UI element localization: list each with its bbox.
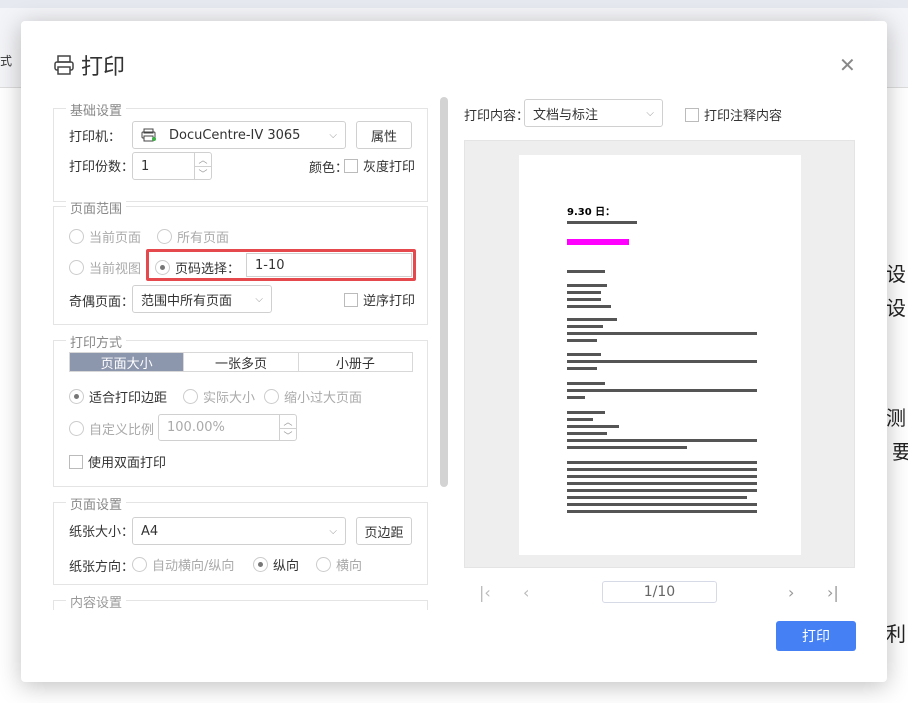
close-icon[interactable]: ✕ [839,53,856,77]
preview-page: 9.30 日： [519,155,801,555]
print-preview: 9.30 日： [464,140,855,568]
page-setup-group: 页面设置 纸张大小： A4 ⌵ 页边距 纸张方向： 自动横向/纵向 纵向 横向 [53,494,428,585]
radio-all-pages[interactable]: 所有页面 [157,227,229,246]
properties-button[interactable]: 属性 [356,121,412,149]
page-range-input[interactable]: 1-10 [246,253,412,277]
chevron-up-icon[interactable]: ︿ [280,415,296,429]
radio-actual-size[interactable]: 实际大小 [183,387,255,406]
chevron-down-icon: ⌵ [329,129,337,141]
radio-current-page[interactable]: 当前页面 [69,227,141,246]
chevron-down-icon[interactable]: ﹀ [195,167,211,180]
tab-multi-page[interactable]: 一张多页 [183,353,297,372]
chevron-up-icon[interactable]: ︿ [195,153,211,167]
chevron-down-icon: ⌵ [255,293,263,305]
print-annotations-checkbox[interactable]: 打印注释内容 [685,105,782,124]
radio-current-view[interactable]: 当前视图 [69,258,141,277]
chevron-down-icon: ⌵ [329,525,337,537]
page-range-group: 页面范围 当前页面 所有页面 当前视图 页码选择： 1-10 奇偶页面： 范围中… [53,198,428,325]
radio-landscape[interactable]: 横向 [316,555,362,574]
dialog-title: 打印 [53,49,125,81]
page-indicator[interactable]: 1/10 [602,581,717,603]
grayscale-checkbox[interactable]: 灰度打印 [344,156,415,175]
print-button[interactable]: 打印 [776,621,856,651]
doc-fragment: 要 [892,440,908,464]
print-mode-tabs: 页面大小 一张多页 小册子 [69,352,413,372]
print-dialog: 打印 ✕ 基础设置 打印机： DocuCentre-IV 3065 ⌵ 属性 打… [21,21,887,682]
chevron-down-icon[interactable]: ﹀ [280,429,296,442]
chevron-down-icon: ⌵ [646,107,654,119]
radio-portrait[interactable]: 纵向 [253,555,299,574]
prev-page-icon[interactable]: ‹ [523,583,529,602]
paper-size-select[interactable]: A4 ⌵ [132,517,346,545]
reverse-checkbox[interactable]: 逆序打印 [344,290,415,309]
last-page-icon[interactable]: ›| [827,583,839,602]
copies-stepper[interactable]: 1 ︿ ﹀ [132,152,212,180]
printer-icon [54,55,74,75]
custom-scale-stepper[interactable]: 100.00% ︿ ﹀ [158,414,297,442]
basic-settings-group: 基础设置 打印机： DocuCentre-IV 3065 ⌵ 属性 打印份数： … [53,100,428,202]
radio-fit-margin[interactable]: 适合打印边距 [69,387,167,406]
next-page-icon[interactable]: › [788,583,794,602]
radio-auto-orientation[interactable]: 自动横向/纵向 [132,555,234,574]
ribbon-label[interactable]: 式 [0,52,12,69]
radio-shrink-large[interactable]: 缩小过大页面 [264,387,362,406]
printer-select[interactable]: DocuCentre-IV 3065 ⌵ [132,121,346,149]
app-tab-bar [0,0,908,8]
duplex-checkbox[interactable]: 使用双面打印 [69,452,166,471]
printer-icon [141,128,156,142]
odd-even-select[interactable]: 范围中所有页面 ⌵ [132,285,272,313]
preview-doc-title: 9.30 日： [567,207,616,218]
first-page-icon[interactable]: |‹ [479,583,491,602]
margins-button[interactable]: 页边距 [356,517,412,545]
settings-scrollbar[interactable] [440,97,448,487]
radio-custom-scale[interactable]: 自定义比例 [69,419,154,438]
print-content-select[interactable]: 文档与标注 ⌵ [524,99,663,127]
tab-booklet[interactable]: 小册子 [297,353,412,372]
tab-page-size[interactable]: 页面大小 [70,353,184,372]
content-setup-group: 内容设置 [53,592,428,611]
radio-page-select[interactable]: 页码选择： [155,258,240,277]
